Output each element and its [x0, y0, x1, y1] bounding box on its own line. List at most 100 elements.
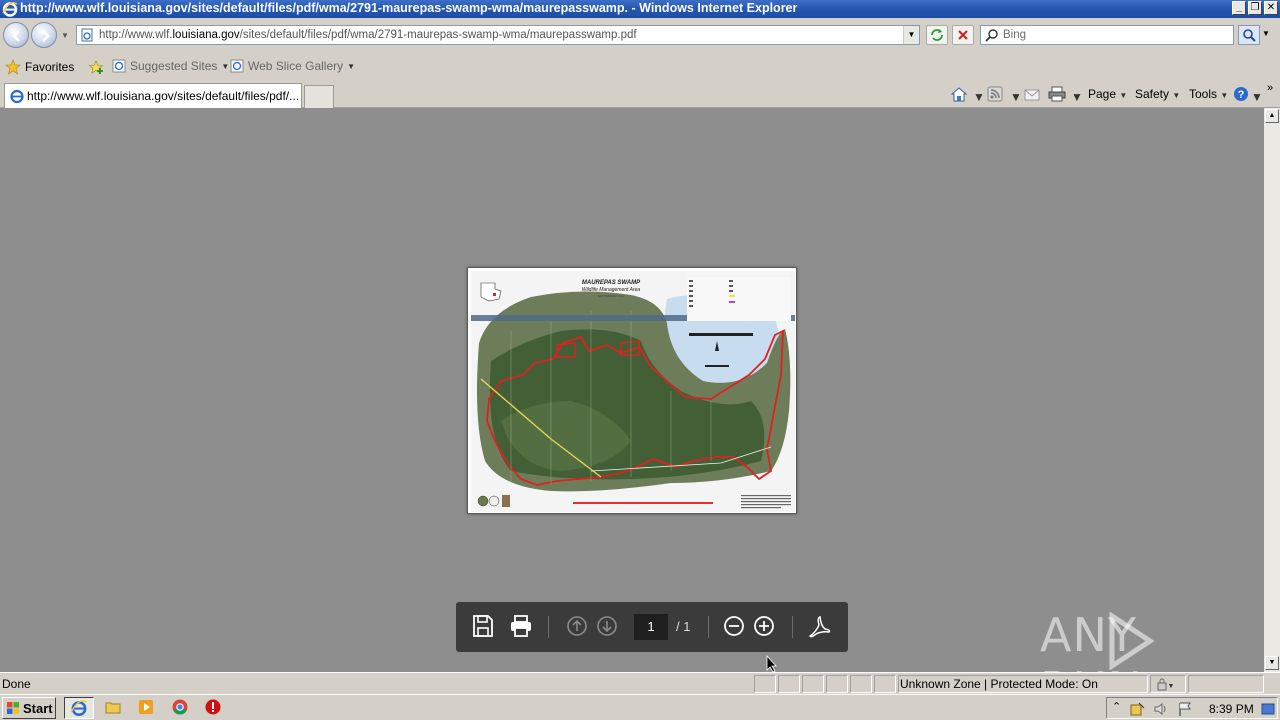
scroll-up-button[interactable]: ▲: [1265, 109, 1279, 123]
start-button[interactable]: Start: [2, 697, 56, 719]
feeds-dropdown[interactable]: ▼: [1010, 90, 1022, 104]
folder-icon: [105, 702, 121, 714]
back-arrow-icon: [12, 30, 20, 42]
internet-explorer-icon: [2, 1, 18, 17]
svg-text:▼: ▼: [1168, 683, 1175, 690]
safety-menu[interactable]: Safety ▼: [1135, 87, 1180, 101]
stop-sign-icon: [205, 699, 221, 715]
tab-bar: http://www.wlf.louisiana.gov/sites/defau…: [0, 80, 1280, 108]
status-cell: [778, 675, 800, 693]
taskbar: Start ⌃ 8:39 PM: [0, 694, 1280, 720]
window-title-bar[interactable]: http://www.wlf.louisiana.gov/sites/defau…: [0, 0, 1280, 18]
refresh-button[interactable]: [926, 25, 948, 45]
save-icon[interactable]: [472, 614, 494, 638]
home-dropdown[interactable]: ▼: [973, 90, 985, 104]
status-cell: [802, 675, 824, 693]
tools-menu[interactable]: Tools ▼: [1189, 87, 1228, 101]
search-button[interactable]: [1238, 25, 1260, 45]
toolbar-divider: [792, 616, 793, 638]
tab-label: http://www.wlf.louisiana.gov/sites/defau…: [27, 89, 300, 103]
show-hidden-icons-arrow-icon[interactable]: ⌃: [1112, 700, 1121, 713]
print-icon[interactable]: [1048, 86, 1066, 102]
help-dropdown[interactable]: ▼: [1251, 90, 1263, 104]
mouse-cursor-icon: [766, 655, 777, 673]
system-tray: ⌃ 8:39 PM: [1106, 697, 1278, 719]
add-to-favorites-bar-button[interactable]: [88, 59, 104, 75]
address-dropdown[interactable]: ▼: [903, 26, 919, 44]
taskbar-internet-explorer[interactable]: [64, 697, 94, 719]
magnifier-icon: [1243, 29, 1256, 42]
tab-pdf[interactable]: http://www.wlf.louisiana.gov/sites/defau…: [4, 83, 302, 108]
action-center-icon[interactable]: [1129, 701, 1145, 717]
search-placeholder: Bing: [1003, 29, 1027, 41]
map-graphic: MAUREPAS SWAMP Wildlife Management Area …: [471, 277, 795, 509]
home-icon[interactable]: [950, 86, 968, 102]
favorites-button[interactable]: Favorites: [5, 59, 74, 75]
new-tab-button[interactable]: [304, 85, 334, 108]
status-cell: [874, 675, 896, 693]
toolbar-divider: [548, 616, 549, 638]
print-icon[interactable]: [509, 614, 533, 638]
taskbar-file-explorer[interactable]: [99, 697, 129, 719]
suggested-sites-link[interactable]: Suggested Sites ▼: [112, 59, 229, 73]
map-title: MAUREPAS SWAMP: [582, 280, 641, 286]
search-icon: [985, 29, 998, 42]
lock-icon: ▼: [1157, 678, 1175, 691]
internet-explorer-icon: [70, 700, 88, 716]
svg-text:?: ?: [1238, 89, 1245, 101]
forward-arrow-icon: [42, 30, 50, 42]
rss-feeds-icon[interactable]: [987, 86, 1003, 102]
refresh-icon: [931, 29, 943, 41]
search-box[interactable]: Bing: [980, 25, 1234, 45]
forward-button[interactable]: [31, 22, 57, 48]
previous-page-icon[interactable]: [566, 614, 588, 638]
stop-button[interactable]: [952, 25, 974, 45]
help-icon[interactable]: ?: [1233, 86, 1249, 102]
status-text: Done: [2, 677, 31, 691]
back-button[interactable]: [3, 22, 29, 48]
status-bar: Done Unknown Zone | Protected Mode: On ▼: [0, 672, 1280, 694]
vertical-scrollbar[interactable]: ▲ ▼: [1264, 108, 1280, 672]
volume-icon[interactable]: [1153, 701, 1169, 717]
ie-page-icon: [112, 59, 126, 73]
show-desktop-icon[interactable]: [1261, 701, 1275, 717]
network-flag-icon[interactable]: [1177, 701, 1193, 717]
minimize-button[interactable]: _: [1232, 1, 1246, 15]
wma-map: MAUREPAS SWAMP Wildlife Management Area …: [471, 271, 795, 512]
close-button[interactable]: ✕: [1264, 1, 1278, 15]
chevron-down-icon: ▼: [221, 61, 230, 71]
recent-pages-dropdown[interactable]: ▼: [61, 31, 69, 40]
pdf-page[interactable]: MAUREPAS SWAMP Wildlife Management Area …: [467, 267, 797, 514]
restore-button[interactable]: ❐: [1248, 1, 1262, 15]
page-icon: [81, 28, 93, 42]
read-mail-icon[interactable]: [1024, 86, 1040, 102]
zoom-cell[interactable]: [1188, 675, 1264, 693]
map-subtitle: Wildlife Management Area: [582, 287, 641, 293]
page-menu[interactable]: Page ▼: [1088, 87, 1127, 101]
map-date: SEPTEMBER 2014: [598, 294, 624, 298]
zoom-in-icon[interactable]: [753, 614, 775, 638]
taskbar-security-app[interactable]: [199, 697, 229, 719]
clock[interactable]: 8:39 PM: [1209, 702, 1254, 716]
page-number-input[interactable]: 1: [634, 614, 668, 640]
status-cell: [826, 675, 848, 693]
ie-page-icon: [230, 59, 244, 73]
protected-mode-cell[interactable]: ▼: [1150, 675, 1186, 693]
print-dropdown[interactable]: ▼: [1071, 90, 1083, 104]
favorites-star-icon: [5, 59, 21, 75]
search-options-dropdown[interactable]: ▼: [1262, 29, 1270, 38]
address-url: http://www.wlf.louisiana.gov/sites/defau…: [99, 29, 637, 41]
more-commands-chevron-icon[interactable]: »: [1267, 82, 1273, 94]
next-page-icon[interactable]: [596, 614, 618, 638]
toolbar-divider: [708, 616, 709, 638]
windows-logo-icon: [7, 702, 19, 714]
zoom-out-icon[interactable]: [723, 614, 745, 638]
scroll-down-button[interactable]: ▼: [1265, 656, 1279, 670]
taskbar-chrome[interactable]: [166, 697, 196, 719]
web-slice-gallery-link[interactable]: Web Slice Gallery ▼: [230, 59, 355, 73]
security-zone: Unknown Zone | Protected Mode: On: [900, 677, 1098, 691]
address-bar[interactable]: http://www.wlf.louisiana.gov/sites/defau…: [76, 25, 920, 45]
play-logo-icon: [1109, 612, 1154, 670]
adobe-acrobat-icon[interactable]: [807, 614, 833, 640]
taskbar-media-player[interactable]: [132, 697, 162, 719]
